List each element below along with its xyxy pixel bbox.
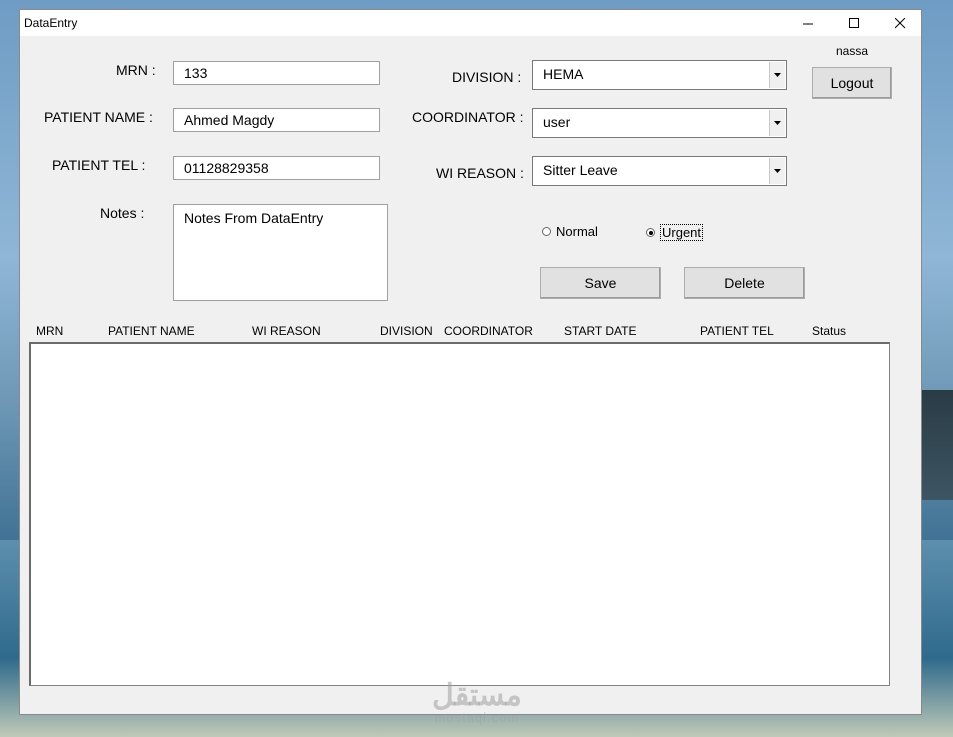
wi-reason-select[interactable]: Sitter Leave	[532, 156, 787, 186]
wi-reason-value: Sitter Leave	[543, 162, 618, 178]
coordinator-dropdown-button[interactable]	[769, 110, 785, 136]
save-button[interactable]: Save	[540, 267, 661, 299]
data-entry-window: DataEntry MRN : 133 PATIENT NAME : Ahmed…	[19, 9, 922, 725]
close-icon	[894, 17, 905, 28]
priority-normal-label: Normal	[556, 224, 598, 239]
watermark-latin: mostaql.com	[434, 710, 520, 725]
patient-name-label: PATIENT NAME :	[44, 109, 153, 125]
radio-circle-urgent[interactable]	[646, 228, 655, 237]
notes-label: Notes :	[100, 205, 145, 221]
delete-button[interactable]: Delete	[684, 267, 805, 299]
patient-tel-input[interactable]: 01128829358	[173, 156, 380, 180]
watermark-arabic: مستقل	[432, 679, 522, 712]
priority-urgent-label: Urgent	[660, 224, 704, 241]
maximize-icon	[848, 17, 859, 28]
mrn-label: MRN :	[116, 62, 156, 78]
division-dropdown-button[interactable]	[769, 62, 785, 88]
radio-circle-normal[interactable]	[542, 227, 551, 236]
window-title: DataEntry	[24, 16, 78, 30]
close-button[interactable]	[877, 10, 923, 36]
wi-reason-label: WI REASON :	[436, 165, 524, 181]
column-header-status[interactable]: Status	[812, 324, 846, 338]
radio-selected-dot	[648, 230, 653, 235]
minimize-button[interactable]	[785, 10, 831, 36]
column-header-patient-name[interactable]: PATIENT NAME	[108, 324, 195, 338]
coordinator-label: COORDINATOR :	[412, 109, 524, 125]
column-header-start-date[interactable]: START DATE	[564, 324, 636, 338]
priority-normal-radio[interactable]: Normal	[542, 224, 598, 239]
patient-tel-label: PATIENT TEL :	[52, 157, 146, 173]
column-header-coordinator[interactable]: COORDINATOR	[444, 324, 533, 338]
logout-button[interactable]: Logout	[812, 67, 892, 99]
patient-name-input[interactable]: Ahmed Magdy	[173, 108, 380, 132]
wi-reason-dropdown-button[interactable]	[769, 158, 785, 184]
minimize-icon	[802, 23, 813, 24]
chevron-down-icon	[773, 120, 781, 125]
division-select[interactable]: HEMA	[532, 60, 787, 90]
records-list-view[interactable]	[29, 342, 890, 686]
title-bar[interactable]: DataEntry	[20, 10, 921, 36]
division-label: DIVISION :	[452, 69, 522, 85]
maximize-button[interactable]	[831, 10, 877, 36]
priority-urgent-radio[interactable]: Urgent	[646, 224, 704, 241]
chevron-down-icon	[773, 168, 781, 173]
coordinator-select[interactable]: user	[532, 108, 787, 138]
username-label: nassa	[836, 44, 869, 58]
column-header-division[interactable]: DIVISION	[380, 324, 433, 338]
chevron-down-icon	[773, 72, 781, 77]
column-header-mrn[interactable]: MRN	[36, 324, 63, 338]
column-header-patient-tel[interactable]: PATIENT TEL	[700, 324, 774, 338]
column-header-wi-reason[interactable]: WI REASON	[252, 324, 321, 338]
coordinator-value: user	[543, 114, 571, 130]
notes-textarea[interactable]: Notes From DataEntry	[173, 204, 388, 301]
watermark: مستقل mostaql.com	[432, 679, 522, 726]
mrn-input[interactable]: 133	[173, 61, 380, 85]
division-value: HEMA	[543, 66, 584, 82]
